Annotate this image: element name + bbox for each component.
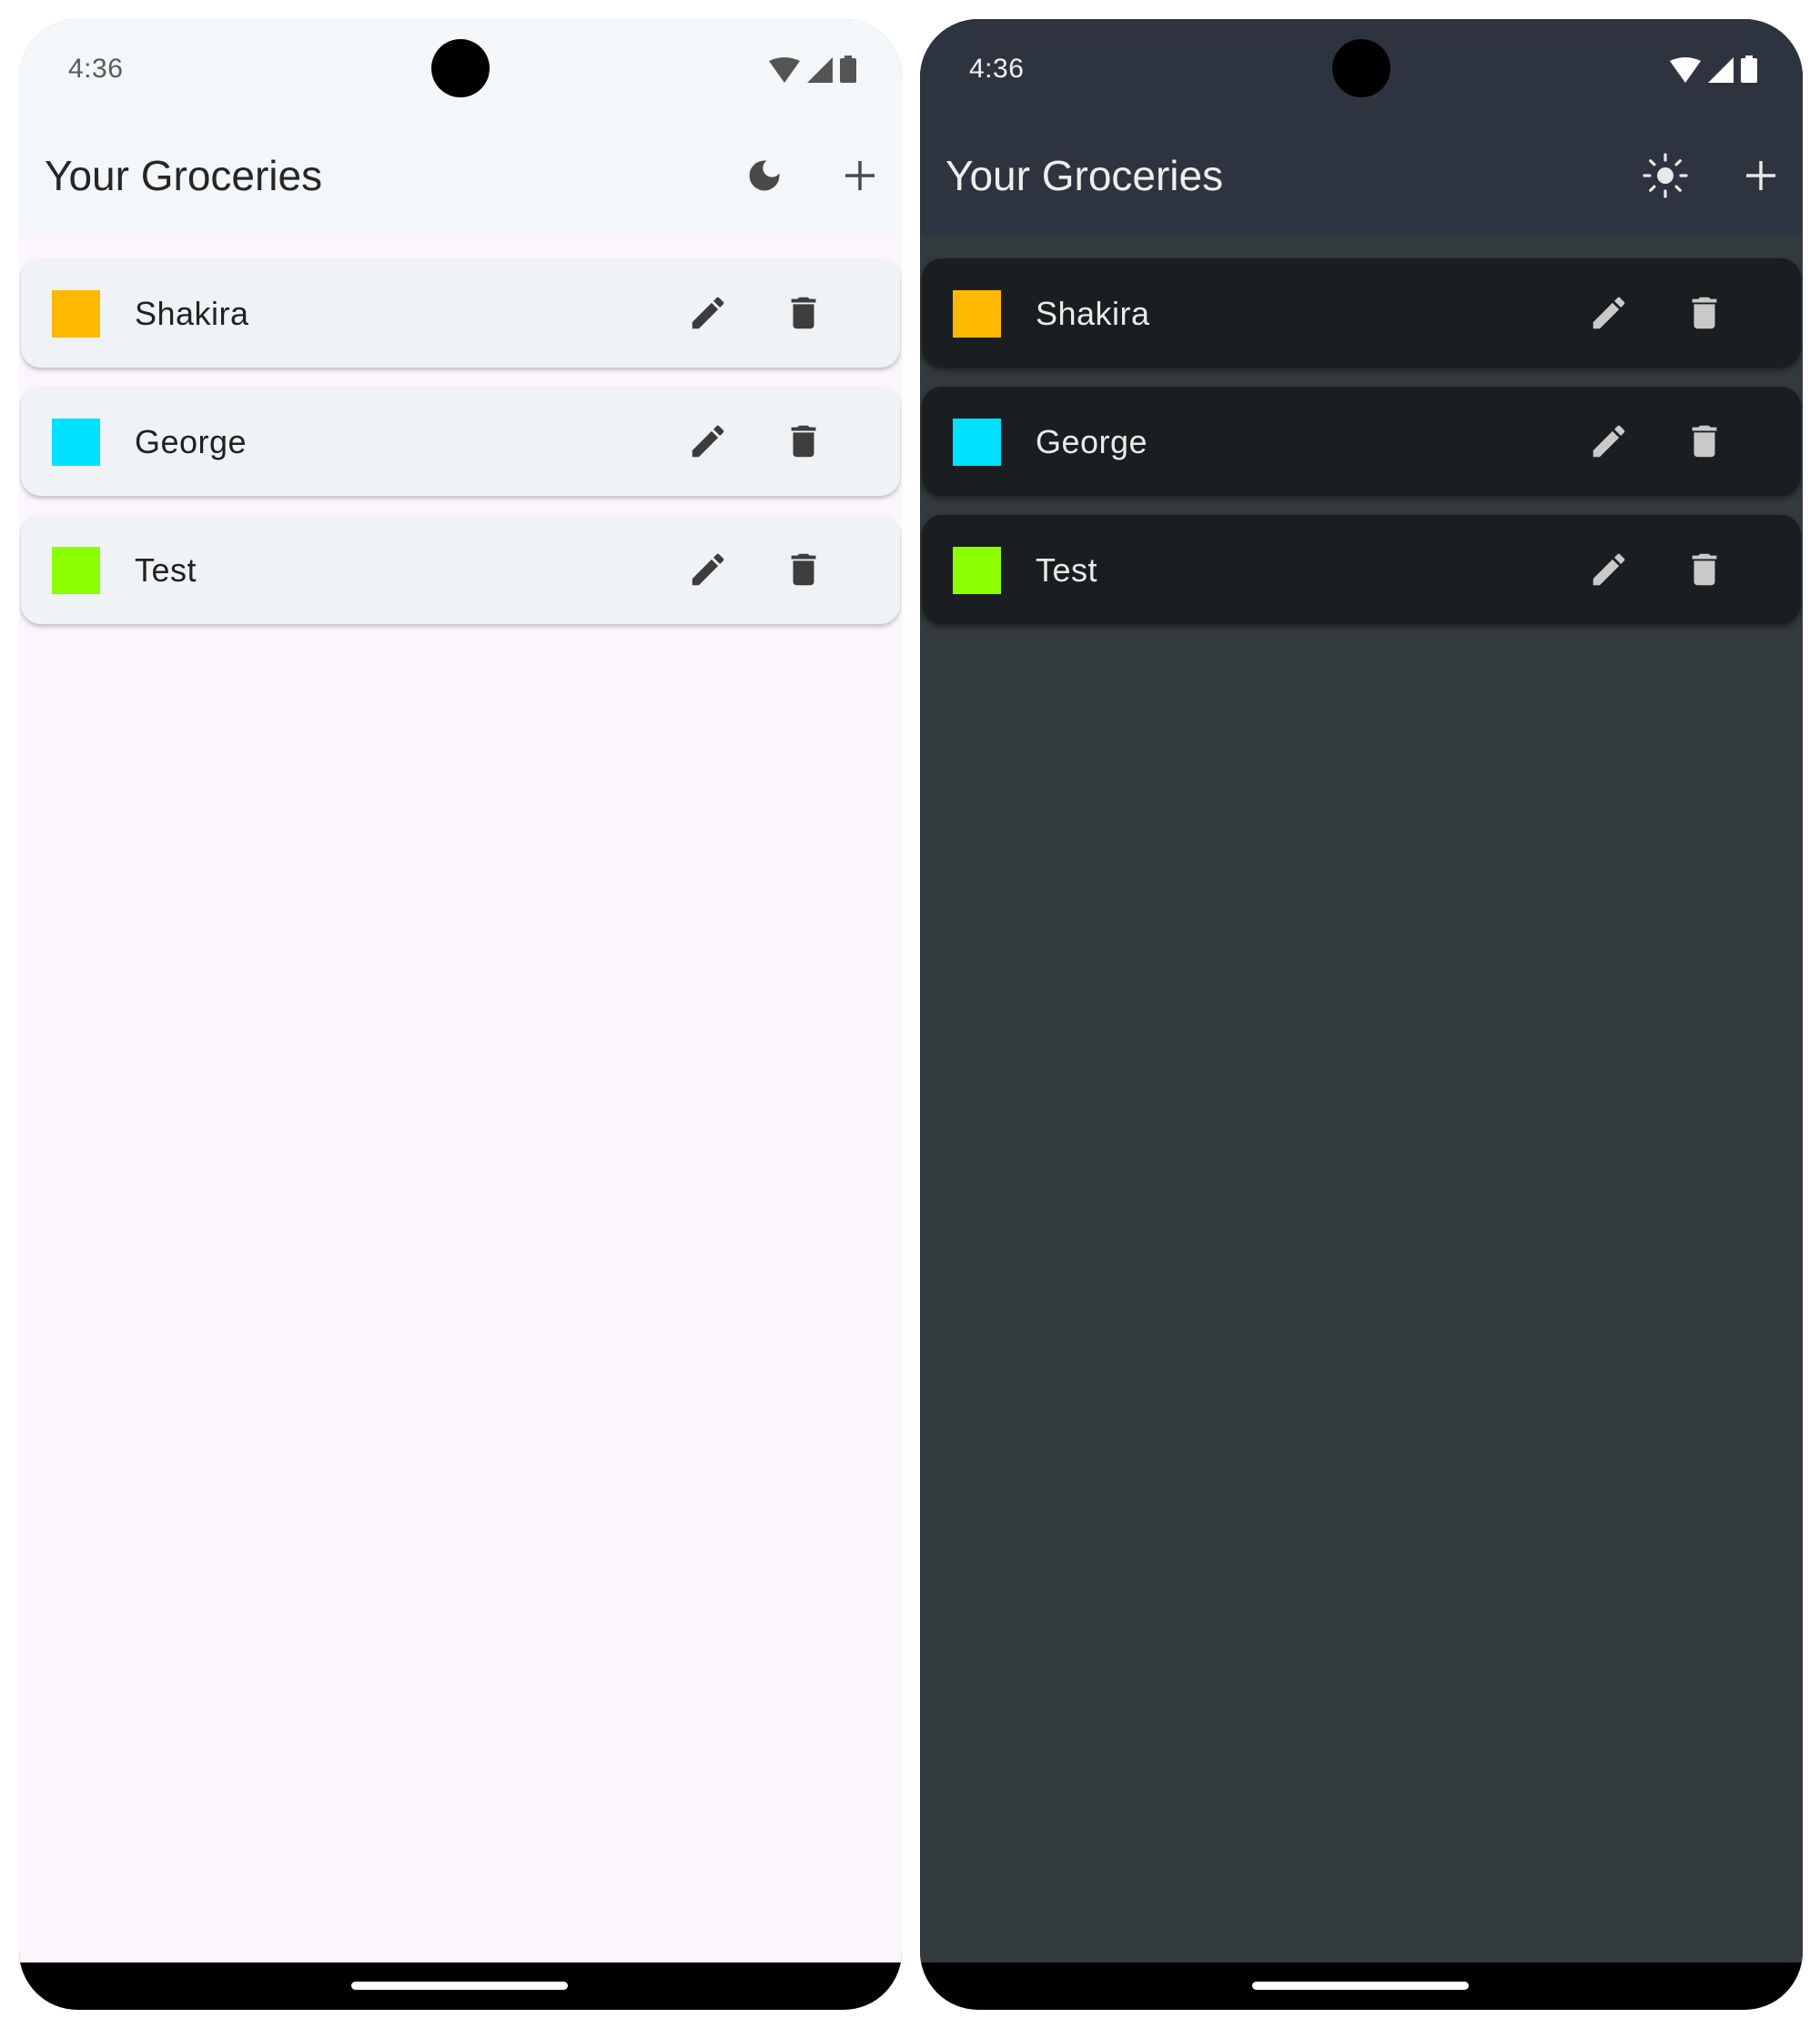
list-item: George [922,387,1801,496]
edit-button[interactable] [681,414,735,469]
delete-button[interactable] [1677,542,1732,597]
list-item: Shakira [922,258,1801,368]
trash-icon [791,297,816,329]
app-screen: 4:36 Your Groceries Shakira George Test [920,19,1803,1962]
camera-cutout [431,39,490,97]
system-status-icons [1670,55,1757,83]
delete-button[interactable] [776,414,831,469]
light-theme-phone: 4:36 Your Groceries Shakira George Test [19,19,902,2010]
status-time: 4:36 [68,54,124,84]
theme-toggle-button[interactable] [737,148,792,203]
category-color-swatch [52,419,100,466]
camera-cutout [1332,39,1390,97]
trash-icon [791,553,816,586]
delete-button[interactable] [776,542,831,597]
category-color-swatch [953,290,1001,338]
app-bar: 4:36 Your Groceries [920,19,1803,235]
app-screen: 4:36 Your Groceries Shakira George Test [19,19,902,1962]
pencil-icon [1592,425,1625,458]
edit-button[interactable] [1582,414,1636,469]
home-indicator[interactable] [1252,1982,1469,1990]
item-name: Shakira [1036,295,1150,332]
add-item-button[interactable] [1734,148,1788,203]
theme-toggle-button[interactable] [1638,148,1693,203]
page-title: Your Groceries [45,152,323,199]
category-color-swatch [52,290,100,338]
dark-theme-phone: 4:36 Your Groceries Shakira George Test [920,19,1803,2010]
item-name: Shakira [135,295,249,332]
list-item: Test [922,515,1801,624]
status-time: 4:36 [969,54,1025,84]
pencil-icon [1592,553,1625,586]
edit-button[interactable] [681,286,735,340]
category-color-swatch [52,547,100,594]
trash-icon [791,425,816,458]
item-name: Test [135,551,197,589]
delete-button[interactable] [1677,414,1732,469]
sun-icon [1643,153,1688,198]
pencil-icon [1592,297,1625,329]
item-name: Test [1036,551,1098,589]
list-item: Shakira [21,258,900,368]
plus-icon [1746,161,1775,190]
wifi-icon [1670,57,1701,83]
list-item: George [21,387,900,496]
trash-icon [1692,553,1717,586]
add-item-button[interactable] [833,148,887,203]
category-color-swatch [953,547,1001,594]
item-name: George [1036,423,1148,460]
trash-icon [1692,297,1717,329]
moon-icon [749,160,780,191]
trash-icon [1692,425,1717,458]
delete-button[interactable] [1677,286,1732,340]
item-name: George [135,423,248,460]
battery-icon [1741,55,1757,83]
edit-button[interactable] [1582,542,1636,597]
category-color-swatch [953,419,1001,466]
signal-icon [807,57,833,83]
battery-icon [840,55,856,83]
wifi-icon [769,57,800,83]
app-bar: 4:36 Your Groceries [19,19,902,235]
system-status-icons [769,55,856,83]
signal-icon [1708,57,1734,83]
delete-button[interactable] [776,286,831,340]
edit-button[interactable] [681,542,735,597]
pencil-icon [692,553,724,586]
list-item: Test [21,515,900,624]
page-title: Your Groceries [945,152,1224,199]
pencil-icon [692,425,724,458]
edit-button[interactable] [1582,286,1636,340]
plus-icon [845,161,875,190]
pencil-icon [692,297,724,329]
home-indicator[interactable] [351,1982,568,1990]
